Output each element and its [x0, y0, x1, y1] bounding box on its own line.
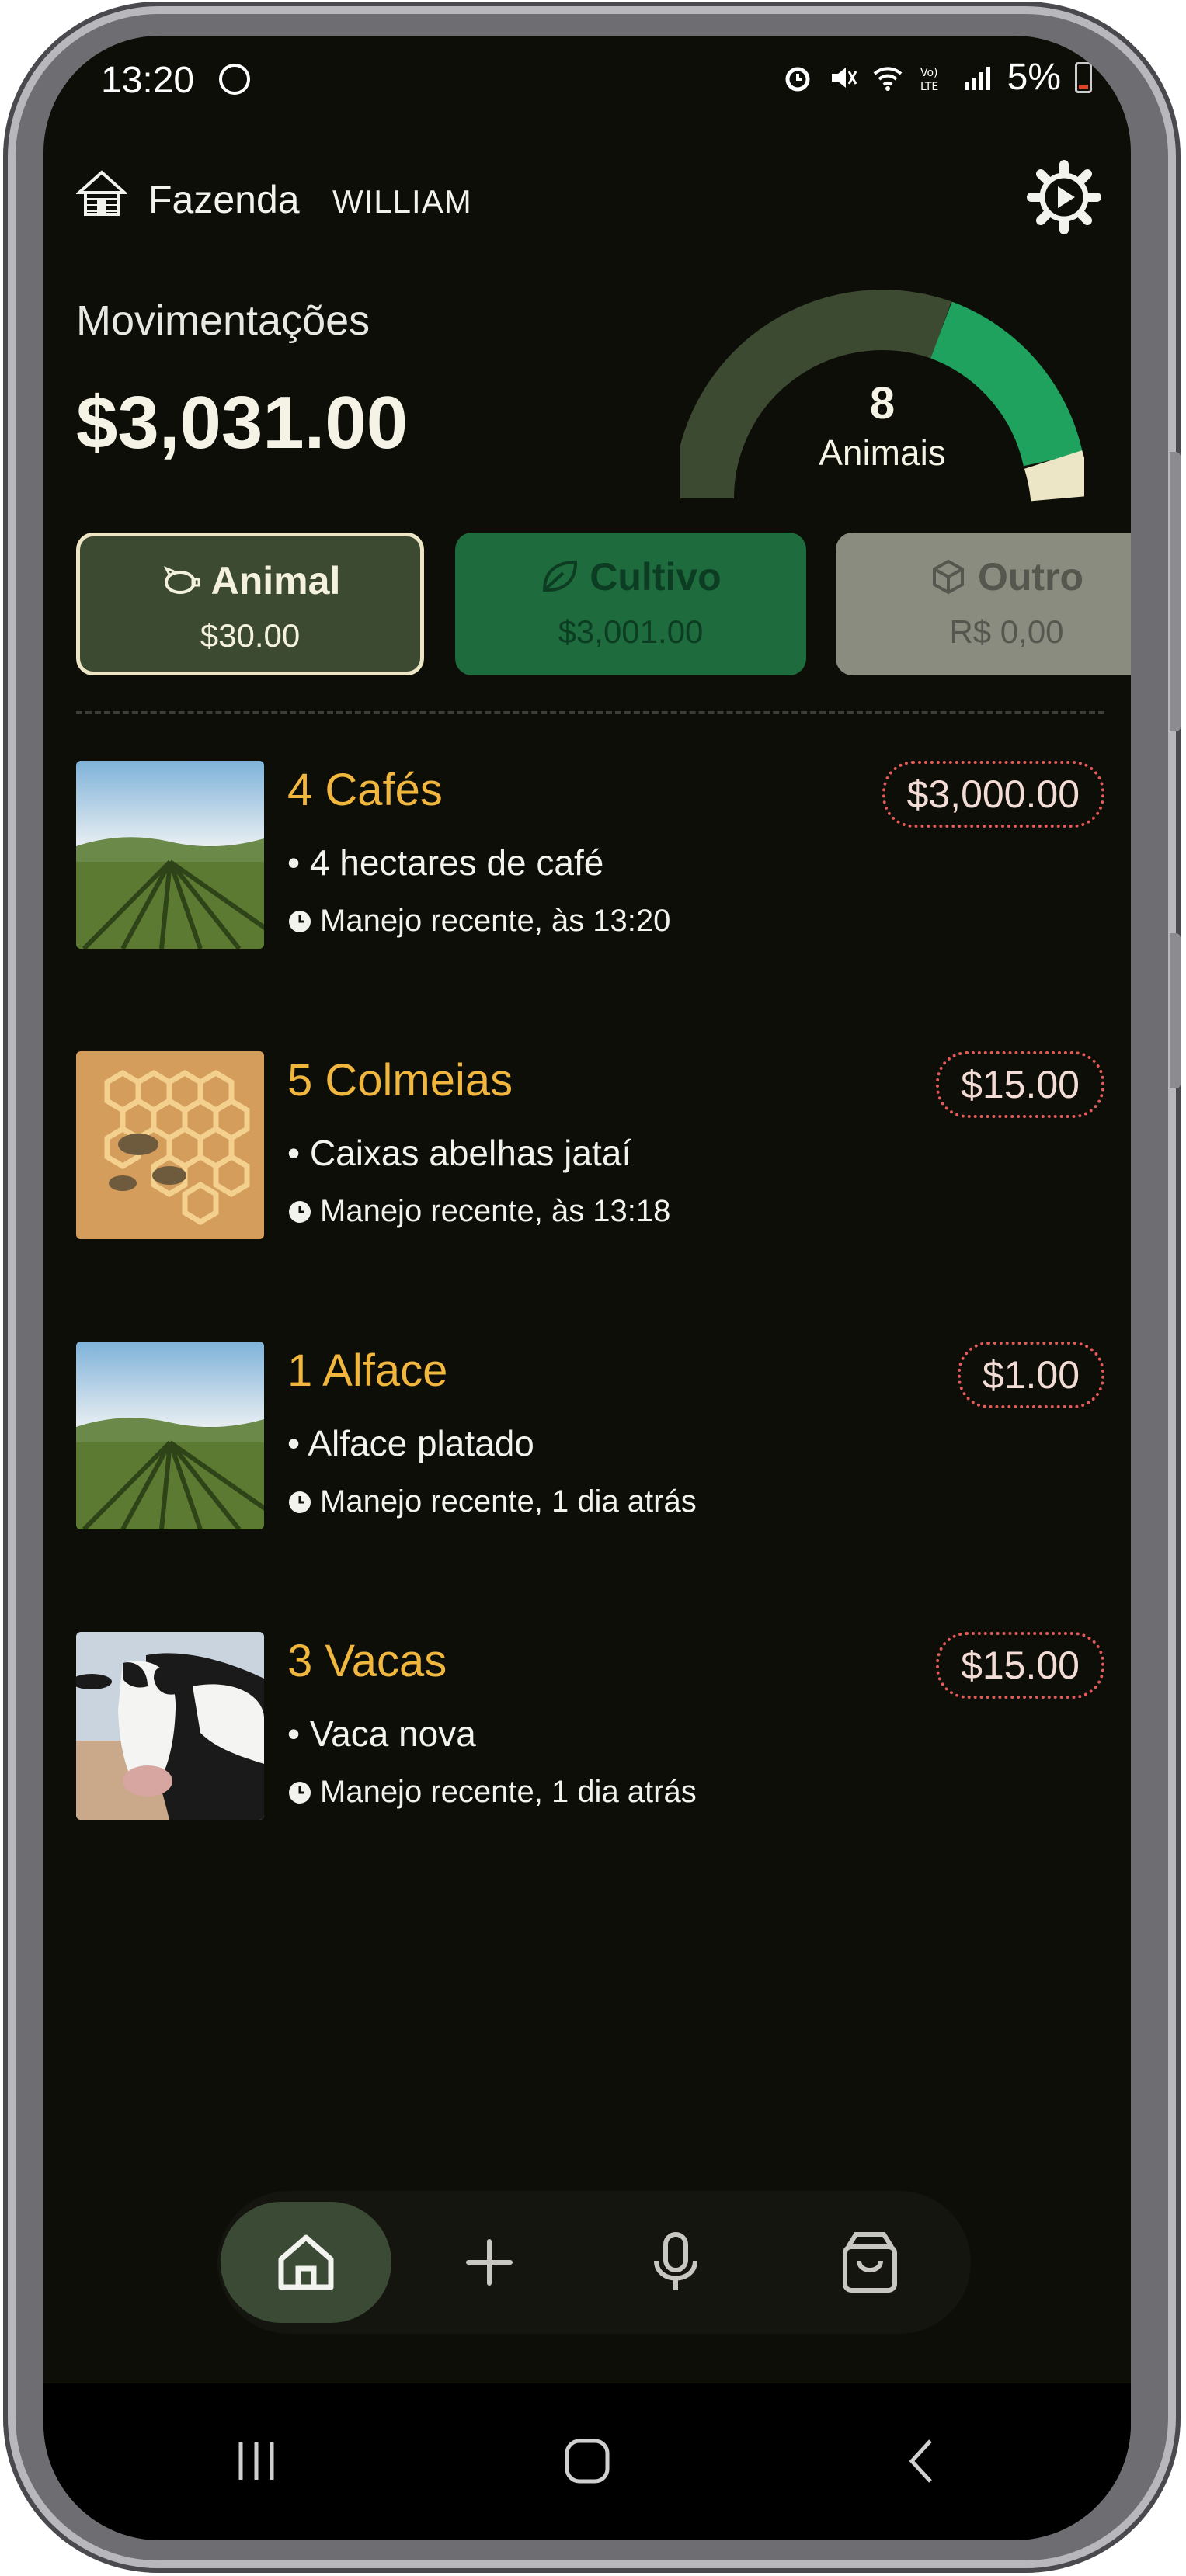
home-system-button[interactable] — [556, 2430, 618, 2492]
category-name: Cultivo — [590, 555, 722, 599]
item-price: $3,000.00 — [882, 761, 1104, 828]
movements-title: Movimentações — [76, 297, 370, 344]
svg-text:Vo): Vo) — [920, 67, 938, 79]
item-price: $15.00 — [936, 1632, 1104, 1699]
volume-button — [1170, 452, 1181, 731]
section-divider — [76, 711, 1104, 714]
farm-label: Fazenda — [148, 178, 300, 221]
item-time: Manejo recente, às 13:18 — [287, 1194, 670, 1229]
home-icon — [278, 2234, 334, 2290]
category-name: Animal — [210, 559, 341, 602]
mute-icon — [831, 67, 857, 88]
farmhouse-icon — [76, 170, 127, 216]
recent-apps-button[interactable] — [225, 2430, 287, 2492]
cow-photo — [76, 1632, 264, 1820]
movements-total: $3,031.00 — [76, 381, 409, 464]
nav-bag-button[interactable] — [784, 2202, 955, 2323]
status-icons: Vo) LTE 5% — [782, 56, 1092, 99]
back-button[interactable] — [890, 2430, 952, 2492]
wifi-icon — [873, 66, 902, 91]
honeycomb-photo — [76, 1051, 264, 1239]
item-time-text: Manejo recente, às 13:20 — [320, 904, 671, 938]
list-item[interactable]: 1 Alface • Alface platado Manejo recente… — [76, 1342, 1104, 1543]
power-button — [1170, 933, 1181, 1088]
status-bar: 13:20 Vo) LTE 5% — [43, 36, 1131, 144]
item-description: • Alface platado — [287, 1423, 534, 1463]
app-screen: 13:20 Vo) LTE 5% Fazenda WILLIAM Movimen… — [43, 36, 1131, 2540]
nav-mic-button[interactable] — [590, 2202, 761, 2323]
app-header: Fazenda WILLIAM — [76, 160, 1101, 238]
category-cards: Animal $30.00 Cultivo $3,001.00 Outro R$… — [76, 533, 1131, 680]
user-name: WILLIAM — [332, 183, 472, 220]
list-item[interactable]: 3 Vacas • Vaca nova Manejo recente, 1 di… — [76, 1632, 1104, 1834]
category-outro-card[interactable]: Outro R$ 0,00 — [836, 533, 1131, 675]
mic-icon — [654, 2232, 697, 2290]
nav-home-button[interactable] — [221, 2202, 391, 2323]
pig-icon — [163, 566, 200, 594]
item-description: • 4 hectares de café — [287, 842, 604, 883]
bag-icon — [843, 2232, 897, 2293]
battery-icon — [1075, 61, 1092, 93]
settings-gear-icon[interactable] — [1027, 160, 1101, 234]
svg-text:LTE: LTE — [920, 81, 938, 93]
item-time: Manejo recente, 1 dia atrás — [287, 1775, 697, 1810]
item-description: • Caixas abelhas jataí — [287, 1133, 632, 1173]
category-animal-card[interactable]: Animal $30.00 — [76, 533, 424, 675]
item-time: Manejo recente, às 13:20 — [287, 904, 670, 939]
system-nav-bar — [43, 2383, 1131, 2540]
add-icon — [466, 2239, 513, 2286]
category-cultivo-card[interactable]: Cultivo $3,001.00 — [455, 533, 806, 675]
item-title: 3 Vacas — [287, 1636, 447, 1686]
clock-icon — [289, 1200, 311, 1223]
category-value: $30.00 — [200, 617, 301, 654]
clock-icon — [289, 910, 311, 932]
item-time-text: Manejo recente, às 13:18 — [320, 1194, 671, 1228]
battery-percent: 5% — [1007, 57, 1061, 98]
item-title: 1 Alface — [287, 1345, 448, 1396]
nav-add-button[interactable] — [404, 2202, 575, 2323]
field-photo — [76, 1342, 264, 1529]
list-item[interactable]: 4 Cafés • 4 hectares de café Manejo rece… — [76, 761, 1104, 963]
item-description: • Vaca nova — [287, 1713, 476, 1754]
clock-icon — [289, 1781, 311, 1804]
back-icon — [909, 2439, 932, 2483]
restaurant-icon — [219, 64, 250, 95]
status-time: 13:20 — [101, 60, 195, 101]
item-title: 5 Colmeias — [287, 1055, 513, 1106]
volte-icon: Vo) LTE — [920, 67, 938, 93]
item-time-text: Manejo recente, 1 dia atrás — [320, 1484, 697, 1519]
category-value: $3,001.00 — [558, 613, 704, 650]
system-home-icon — [565, 2439, 610, 2484]
item-price: $15.00 — [936, 1051, 1104, 1118]
animals-count: 8 — [869, 378, 896, 429]
field-photo — [76, 761, 264, 949]
leaf-icon — [543, 560, 578, 592]
list-item[interactable]: 5 Colmeias • Caixas abelhas jataí Manejo… — [76, 1051, 1104, 1253]
recent-apps-icon — [238, 2442, 274, 2480]
item-price: $1.00 — [957, 1342, 1104, 1408]
box-icon — [932, 559, 964, 595]
signal-icon — [965, 66, 990, 90]
clock-icon — [289, 1491, 311, 1513]
animals-label: Animais — [819, 432, 946, 473]
alarm-icon — [785, 67, 810, 91]
category-value: R$ 0,00 — [949, 613, 1064, 650]
category-name: Outro — [977, 555, 1084, 599]
item-time: Manejo recente, 1 dia atrás — [287, 1484, 697, 1519]
item-title: 4 Cafés — [287, 765, 443, 815]
item-time-text: Manejo recente, 1 dia atrás — [320, 1775, 697, 1809]
bottom-nav — [217, 2191, 971, 2334]
